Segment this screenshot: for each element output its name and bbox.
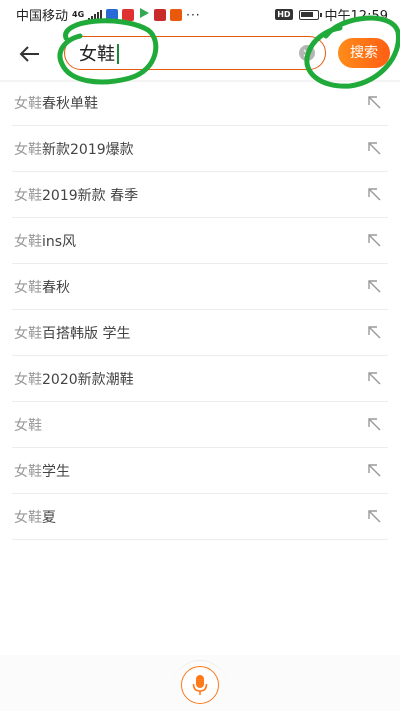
suggestion-text: 女鞋学生 <box>14 461 70 481</box>
suggestion-keyword: 女鞋 <box>14 280 42 296</box>
suggestion-text: 女鞋2020新款潮鞋 <box>14 369 134 389</box>
suggestion-keyword: 女鞋 <box>14 326 42 342</box>
status-right: HD 中午12:59 <box>275 5 388 24</box>
suggestion-item[interactable]: 女鞋2019新款 春季 <box>12 172 388 218</box>
signal-icon <box>88 9 103 21</box>
text-cursor <box>117 44 119 64</box>
suggestion-suffix: 夏 <box>42 510 56 526</box>
more-notifications-icon: ··· <box>186 7 201 22</box>
fill-query-arrow-icon[interactable] <box>366 416 382 432</box>
suggestion-text: 女鞋新款2019爆款 <box>14 139 134 159</box>
suggestion-keyword: 女鞋 <box>14 510 42 526</box>
search-header: × 搜索 <box>0 28 400 80</box>
suggestion-suffix: 2019新款 春季 <box>42 188 139 204</box>
suggestion-suffix: 新款2019爆款 <box>42 142 134 158</box>
back-arrow-icon <box>19 46 39 62</box>
suggestion-item[interactable]: 女鞋百搭韩版 学生 <box>12 310 388 356</box>
suggestion-keyword: 女鞋 <box>14 96 42 112</box>
fill-query-arrow-icon[interactable] <box>366 94 382 110</box>
suggestion-suffix: 学生 <box>42 464 70 480</box>
suggestion-text: 女鞋夏 <box>14 507 56 527</box>
suggestion-item[interactable]: 女鞋夏 <box>12 494 388 540</box>
suggestion-text: 女鞋 <box>14 415 42 435</box>
battery-icon <box>298 9 322 20</box>
suggestion-item[interactable]: 女鞋ins风 <box>12 218 388 264</box>
fill-query-arrow-icon[interactable] <box>366 140 382 156</box>
suggestion-keyword: 女鞋 <box>14 142 42 158</box>
app-notification-icon <box>122 8 135 21</box>
suggestion-text: 女鞋春秋单鞋 <box>14 93 98 113</box>
app-notification-icon <box>154 8 167 21</box>
fill-query-arrow-icon[interactable] <box>366 278 382 294</box>
suggestion-list: 女鞋春秋单鞋 女鞋新款2019爆款 女鞋2019新款 春季 女鞋ins风 女鞋春秋 女鞋百… <box>0 80 400 540</box>
suggestion-keyword: 女鞋 <box>14 234 42 250</box>
search-input[interactable] <box>79 41 279 65</box>
search-box[interactable]: × <box>64 36 326 70</box>
fill-query-arrow-icon[interactable] <box>366 324 382 340</box>
carrier-name: 中国移动 <box>16 9 69 24</box>
fill-query-arrow-icon[interactable] <box>366 186 382 202</box>
microphone-icon <box>192 675 208 695</box>
hd-badge: HD <box>275 9 293 20</box>
suggestion-item[interactable]: 女鞋新款2019爆款 <box>12 126 388 172</box>
suggestion-keyword: 女鞋 <box>14 372 42 388</box>
suggestion-keyword: 女鞋 <box>14 464 42 480</box>
fill-query-arrow-icon[interactable] <box>366 232 382 248</box>
clear-icon[interactable]: × <box>299 45 315 61</box>
suggestion-keyword: 女鞋 <box>14 188 42 204</box>
fill-query-arrow-icon[interactable] <box>366 370 382 386</box>
suggestion-text: 女鞋百搭韩版 学生 <box>14 323 130 343</box>
suggestion-item[interactable]: 女鞋春秋 <box>12 264 388 310</box>
back-button[interactable] <box>16 40 44 68</box>
status-left: 中国移动 4G ··· <box>16 5 201 24</box>
app-notification-icon <box>170 8 183 21</box>
suggestion-suffix: 2020新款潮鞋 <box>42 372 134 388</box>
suggestion-suffix: 春秋单鞋 <box>42 96 98 112</box>
suggestion-suffix: 百搭韩版 学生 <box>42 326 131 342</box>
suggestion-item[interactable]: 女鞋春秋单鞋 <box>12 80 388 126</box>
fill-query-arrow-icon[interactable] <box>366 462 382 478</box>
play-icon <box>138 7 150 23</box>
suggestion-item[interactable]: 女鞋2020新款潮鞋 <box>12 356 388 402</box>
app-notification-icon <box>106 8 119 21</box>
suggestion-keyword: 女鞋 <box>14 418 42 434</box>
suggestion-suffix: 春秋 <box>42 280 70 296</box>
voice-button-circle[interactable] <box>181 666 219 704</box>
network-type: 4G <box>72 9 85 19</box>
suggestion-text: 女鞋ins风 <box>14 231 76 251</box>
suggestion-text: 女鞋2019新款 春季 <box>14 185 138 205</box>
clock: 中午12:59 <box>324 9 388 24</box>
voice-search-button[interactable] <box>172 660 228 709</box>
fill-query-arrow-icon[interactable] <box>366 508 382 524</box>
suggestion-item[interactable]: 女鞋 <box>12 402 388 448</box>
status-bar: 中国移动 4G ··· HD 中午12:59 <box>0 0 400 28</box>
suggestion-suffix: ins风 <box>42 234 77 250</box>
suggestion-item[interactable]: 女鞋学生 <box>12 448 388 494</box>
search-button[interactable]: 搜索 <box>338 38 390 68</box>
suggestion-text: 女鞋春秋 <box>14 277 70 297</box>
